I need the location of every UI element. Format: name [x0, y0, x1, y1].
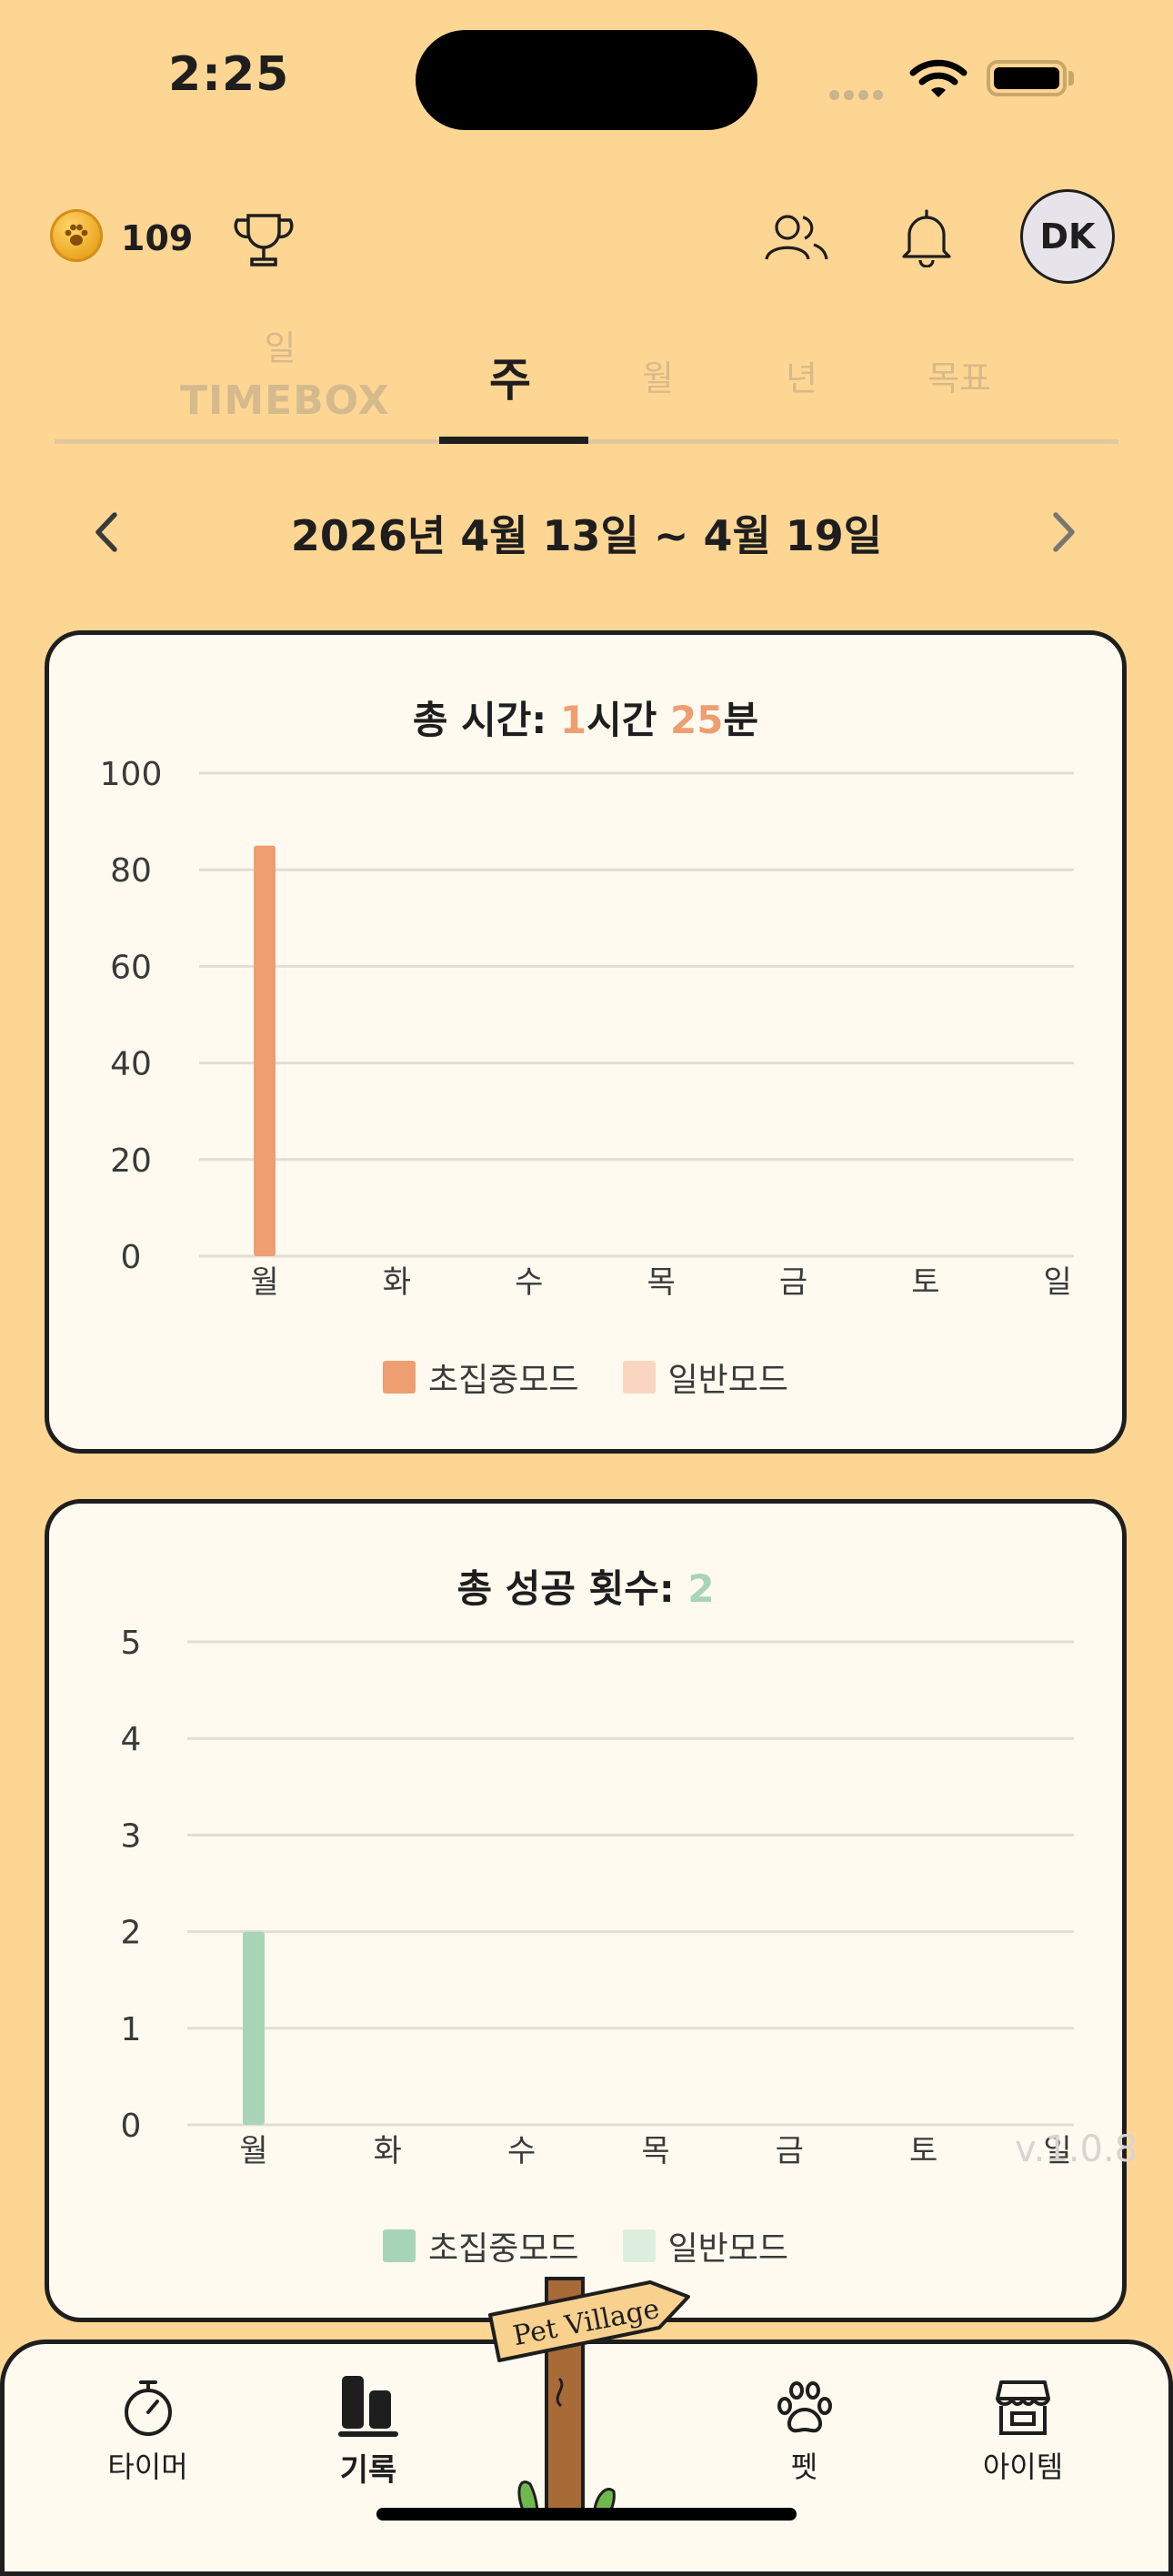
version-label: v.1.0.8 [1015, 2128, 1138, 2170]
tab-month[interactable]: 월 [642, 350, 674, 400]
legend-label: 초집중모드 [427, 2230, 579, 2268]
x-tick-label: 금 [776, 2133, 804, 2169]
legend-item-focus: 초집중모드 [382, 1353, 579, 1401]
coin-paw-icon[interactable] [50, 209, 103, 262]
tab-goal[interactable]: 목표 [927, 350, 991, 400]
nav-items[interactable]: 아이템 [964, 2379, 1082, 2486]
y-tick-label: 1 [121, 2011, 142, 2048]
trophy-icon[interactable] [232, 212, 296, 268]
legend-item-normal: 일반모드 [622, 1353, 789, 1401]
success-count-card: 총 성공 횟수: 2 012345월화수목금토일 초집중모드 일반모드 [45, 1499, 1127, 2322]
y-tick-label: 20 [110, 1142, 152, 1180]
x-tick-label: 화 [383, 1264, 411, 1301]
y-tick-label: 60 [110, 949, 152, 986]
y-tick-label: 80 [110, 852, 152, 890]
friends-icon[interactable] [764, 214, 829, 263]
x-tick-label: 수 [507, 2133, 536, 2169]
y-tick-label: 0 [121, 2108, 142, 2145]
legend-label: 일반모드 [667, 1362, 789, 1399]
nav-timer-label: 타이머 [107, 2450, 188, 2484]
x-tick-label: 목 [641, 2133, 669, 2169]
date-range-label: 2026년 4월 13일 ~ 4월 19일 [290, 511, 883, 560]
avatar[interactable]: DK [1020, 189, 1115, 284]
battery-icon [987, 60, 1067, 96]
battery-tip [1068, 71, 1074, 86]
x-tick-label: 월 [250, 1264, 278, 1301]
legend-swatch [382, 2229, 416, 2262]
x-tick-label: 수 [515, 1264, 543, 1301]
legend-item-focus: 초집중모드 [382, 2222, 579, 2269]
nav-timer[interactable]: 타이머 [91, 2379, 205, 2486]
nav-pet-label: 펫 [790, 2450, 818, 2484]
success-count-chart: 012345월 화 수 목 금 토 일 [121, 1625, 1074, 2169]
legend-item-normal: 일반모드 [622, 2222, 789, 2269]
nav-record[interactable]: 기록 [309, 2374, 427, 2490]
paw-icon [777, 2381, 832, 2433]
status-time: 2:25 [168, 47, 290, 102]
legend-label: 초집중모드 [427, 1362, 579, 1399]
total-time-legend: 초집중모드 일반모드 [49, 1353, 1122, 1401]
y-tick-label: 2 [121, 1915, 142, 1952]
legend-swatch [622, 2229, 656, 2262]
tab-day-timebox[interactable]: TIMEBOX [180, 377, 390, 424]
nav-record-label: 기록 [339, 2452, 397, 2489]
x-tick-label: 일 [1044, 1264, 1072, 1301]
y-tick-label: 40 [110, 1046, 152, 1083]
nav-pet[interactable]: 펫 [747, 2379, 861, 2486]
pet-village-signpost[interactable]: Pet Village [477, 2269, 696, 2524]
dynamic-island [416, 30, 757, 130]
bar-chart-icon [338, 2376, 398, 2437]
success-count-legend: 초집중모드 일반모드 [49, 2222, 1122, 2269]
chevron-right-icon[interactable] [1048, 509, 1079, 555]
x-tick-label: 목 [647, 1264, 675, 1301]
home-indicator [376, 2508, 797, 2521]
tab-day-label[interactable]: 일 [264, 320, 296, 370]
x-tick-label: 토 [909, 2133, 937, 2169]
bar-초집중모드 [243, 1931, 265, 2125]
cellular-signal-icon [829, 86, 887, 104]
y-tick-label: 4 [121, 1721, 142, 1758]
nav-items-label: 아이템 [982, 2450, 1064, 2484]
x-tick-label: 토 [911, 1264, 939, 1301]
legend-swatch [382, 1361, 416, 1394]
y-tick-label: 0 [121, 1239, 142, 1276]
total-time-card: 총 시간: 1시간 25분 0 20 40 60 80 100 월 화 수 목 금 토 일 초집중모드 … [45, 630, 1127, 1454]
x-tick-label: 화 [374, 2133, 402, 2169]
y-tick-label: 5 [121, 1625, 142, 1662]
selected-tab-indicator [439, 437, 588, 444]
stopwatch-icon [124, 2380, 172, 2436]
store-icon [996, 2380, 1050, 2435]
tab-year[interactable]: 년 [786, 350, 817, 400]
legend-label: 일반모드 [667, 2230, 789, 2268]
bar-초집중모드 [254, 845, 276, 1256]
wifi-icon [909, 59, 967, 97]
total-time-chart: 0 20 40 60 80 100 월 화 수 목 금 토 일 [100, 756, 1074, 1301]
legend-swatch [622, 1361, 656, 1394]
x-tick-label: 금 [779, 1264, 807, 1301]
coin-count: 109 [121, 218, 194, 258]
x-tick-label: 월 [239, 2133, 267, 2169]
bell-icon[interactable] [900, 207, 953, 267]
y-tick-label: 100 [100, 756, 163, 793]
tab-week[interactable]: 주 [489, 344, 531, 409]
y-tick-label: 3 [121, 1817, 142, 1855]
